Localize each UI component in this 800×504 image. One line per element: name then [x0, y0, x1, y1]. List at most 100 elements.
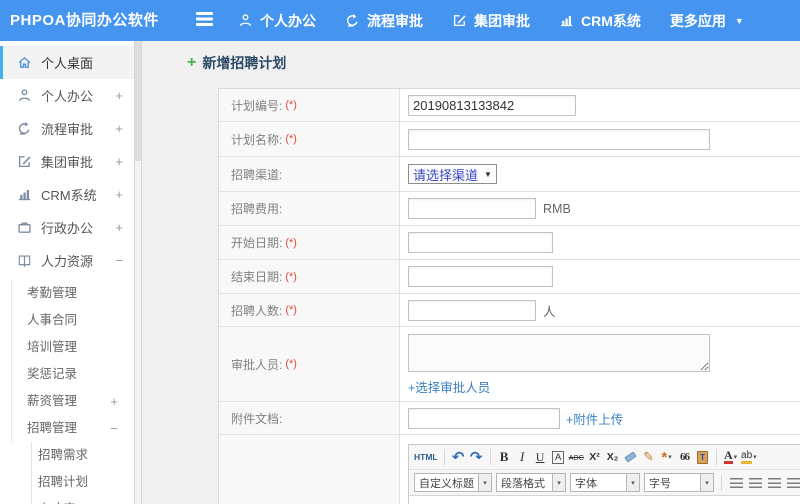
brush-icon[interactable]: ✎	[641, 448, 656, 466]
collapse-icon[interactable]: −	[115, 253, 123, 268]
caret-down-icon[interactable]: ▾	[627, 473, 640, 492]
blockquote-icon[interactable]: 66	[677, 448, 692, 466]
plan-number-input[interactable]	[408, 94, 576, 116]
required-mark: (*)	[285, 236, 297, 249]
bold-icon[interactable]: B	[497, 448, 512, 466]
editor-content-area[interactable]	[409, 496, 800, 504]
caret-down-icon[interactable]: ▾	[553, 473, 566, 492]
sidebar-item-recruitment[interactable]: 招聘管理 −	[12, 415, 134, 442]
sidebar-item-attendance[interactable]: 考勤管理	[12, 280, 134, 307]
font-color-icon[interactable]: A ▾	[723, 448, 738, 466]
caret-down-icon: ▼	[734, 15, 744, 26]
superscript-icon[interactable]: X²	[587, 448, 602, 466]
field-label-cell: 计划名称: (*)	[219, 122, 400, 156]
nav-process-approval[interactable]: 流程审批	[345, 11, 423, 31]
font-size-select[interactable]: 字号	[644, 473, 701, 492]
form-row-content-editor: HTML ↶ ↷ B I U A ABC X² X₂ ✎ * ▾ 66 T A …	[219, 435, 800, 504]
form-row-headcount: 招聘人数: (*) 人	[219, 294, 800, 327]
form-row-attachment: 附件文档: +附件上传	[219, 402, 800, 435]
toolbar-separator	[716, 449, 718, 465]
field-value-cell: RMB	[400, 192, 800, 225]
align-left-icon[interactable]	[729, 474, 744, 492]
recruitment-plan-form: 计划编号: (*) 计划名称: (*) 招聘渠道: 请选择渠道	[218, 88, 800, 504]
nav-group-approval[interactable]: 集团审批	[452, 11, 530, 31]
expand-icon[interactable]: +	[115, 187, 123, 202]
sidebar-scrollbar[interactable]	[134, 41, 142, 504]
nav-more-apps[interactable]: 更多应用 ▼	[670, 11, 744, 31]
expand-icon[interactable]: +	[115, 220, 123, 235]
nav-label: 个人办公	[260, 12, 316, 29]
start-date-input[interactable]	[408, 232, 553, 253]
person-icon	[238, 13, 253, 28]
align-right-icon[interactable]	[767, 474, 782, 492]
sidebar-item-personal-office[interactable]: 个人办公 +	[0, 79, 134, 112]
sidebar-item-process-approval[interactable]: 流程审批 +	[0, 112, 134, 145]
highlight-color-icon[interactable]: ab ▾	[741, 448, 757, 466]
nav-personal-office[interactable]: 个人办公	[238, 11, 316, 31]
sidebar-item-recruit-demand[interactable]: 招聘需求	[32, 442, 134, 469]
format-painter-icon[interactable]: * ▾	[659, 448, 674, 466]
paragraph-format-select[interactable]: 段落格式	[496, 473, 553, 492]
caret-down-icon[interactable]: ▾	[479, 473, 492, 492]
sidebar-item-rewards[interactable]: 奖惩记录	[12, 361, 134, 388]
undo-icon[interactable]: ↶	[451, 448, 466, 466]
expand-icon[interactable]: +	[115, 121, 123, 136]
field-label-cell: 招聘渠道:	[219, 157, 400, 191]
collapse-icon[interactable]: −	[110, 415, 118, 442]
field-label-cell: 招聘费用:	[219, 192, 400, 225]
end-date-input[interactable]	[408, 266, 553, 287]
subscript-icon[interactable]: X₂	[605, 448, 620, 466]
required-mark: (*)	[285, 270, 297, 283]
attachment-input[interactable]	[408, 407, 560, 429]
paste-icon[interactable]: T	[695, 448, 710, 466]
wand-glyph: *	[661, 448, 668, 466]
channel-select[interactable]: 请选择渠道 ▼	[408, 164, 497, 184]
headcount-input[interactable]	[408, 299, 536, 321]
sidebar-item-label: 培训管理	[27, 340, 78, 354]
toolbar-separator	[489, 449, 491, 465]
plan-name-input[interactable]	[408, 128, 710, 150]
field-value-cell: 人	[400, 294, 800, 326]
select-approvers-link[interactable]: +选择审批人员	[408, 377, 490, 396]
sidebar-item-salary[interactable]: 薪资管理 +	[12, 388, 134, 415]
menu-toggle-button[interactable]	[196, 12, 216, 29]
sidebar-item-human-resources[interactable]: 人力资源 −	[0, 244, 134, 277]
scrollbar-thumb[interactable]	[135, 41, 141, 161]
sidebar-item-personal-desktop[interactable]: 个人桌面	[0, 46, 134, 79]
app-logo: PHPOA协同办公软件	[10, 12, 159, 29]
strikethrough-icon[interactable]: ABC	[569, 448, 584, 466]
edit-icon	[16, 154, 32, 169]
sidebar-item-admin-office[interactable]: 行政办公 +	[0, 211, 134, 244]
align-justify-icon[interactable]	[786, 474, 800, 492]
fee-input[interactable]	[408, 198, 536, 219]
recruitment-submenu: 招聘需求 招聘计划 人才库	[31, 442, 134, 504]
field-label-cell: 招聘人数: (*)	[219, 294, 400, 326]
field-value-cell	[400, 122, 800, 156]
expand-icon[interactable]: +	[115, 154, 123, 169]
approvers-textarea[interactable]	[408, 334, 710, 372]
html-source-button[interactable]: HTML	[414, 448, 438, 466]
sidebar-item-training[interactable]: 培训管理	[12, 334, 134, 361]
field-label: 招聘渠道:	[231, 167, 283, 182]
sidebar-item-hr-contract[interactable]: 人事合同	[12, 307, 134, 334]
field-label: 附件文档:	[231, 411, 283, 426]
nav-crm-system[interactable]: CRM系统	[559, 11, 641, 31]
expand-icon[interactable]: +	[115, 88, 123, 103]
redo-icon[interactable]: ↷	[469, 448, 484, 466]
expand-icon[interactable]: +	[110, 388, 118, 415]
font-family-select[interactable]: 字体	[570, 473, 627, 492]
custom-title-select[interactable]: 自定义标题	[414, 473, 479, 492]
font-family-select-group: 字体 ▾	[570, 473, 640, 492]
field-label: 审批人员:	[231, 357, 283, 372]
sidebar-item-talent-pool[interactable]: 人才库	[32, 496, 134, 504]
align-center-icon[interactable]	[748, 474, 763, 492]
italic-icon[interactable]: I	[515, 448, 530, 466]
upload-attachment-link[interactable]: +附件上传	[566, 409, 623, 428]
eraser-icon[interactable]	[623, 448, 638, 466]
sidebar-item-recruit-plan[interactable]: 招聘计划	[32, 469, 134, 496]
sidebar-item-group-approval[interactable]: 集团审批 +	[0, 145, 134, 178]
font-style-icon[interactable]: A	[551, 450, 565, 464]
caret-down-icon[interactable]: ▾	[701, 473, 714, 492]
sidebar-item-crm-system[interactable]: CRM系统 +	[0, 178, 134, 211]
underline-icon[interactable]: U	[533, 448, 548, 466]
